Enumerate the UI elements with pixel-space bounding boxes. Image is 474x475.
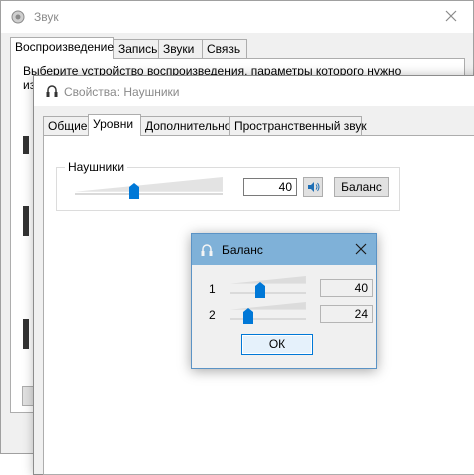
headphones-icon xyxy=(46,85,58,97)
slider-ramp xyxy=(230,276,306,284)
tab-levels[interactable]: Уровни xyxy=(88,114,141,136)
balance-dialog: Баланс 1 40 2 24 ОК xyxy=(191,233,377,369)
tab-sounds[interactable]: Звуки xyxy=(158,39,203,58)
volume-value-field[interactable]: 40 xyxy=(243,178,297,196)
groupbox-label: Наушники xyxy=(65,160,128,174)
close-icon[interactable] xyxy=(354,242,368,256)
balance-titlebar[interactable]: Баланс xyxy=(192,234,376,265)
speaker-icon xyxy=(308,182,320,192)
device-list-edge xyxy=(23,319,29,349)
speaker-app-icon xyxy=(11,10,25,24)
sound-window-titlebar[interactable]: Звук xyxy=(1,1,473,33)
headphones-icon xyxy=(201,244,213,256)
device-list-edge xyxy=(23,136,29,154)
slider-thumb[interactable] xyxy=(243,308,254,324)
channel-2-slider[interactable] xyxy=(230,302,306,324)
balance-button[interactable]: Баланс xyxy=(334,177,389,197)
slider-track xyxy=(75,193,223,195)
sound-window-title: Звук xyxy=(34,10,59,24)
tab-spatial-sound[interactable]: Пространственный звук xyxy=(229,116,367,135)
ok-button[interactable]: ОК xyxy=(241,334,313,355)
slider-track xyxy=(230,318,306,320)
slider-thumb[interactable] xyxy=(255,282,266,298)
slider-ramp xyxy=(230,302,306,310)
tab-general[interactable]: Общие xyxy=(43,116,89,135)
mute-toggle-button[interactable] xyxy=(303,177,323,197)
tab-enhancements[interactable]: Дополнительно xyxy=(140,116,231,135)
channel-1-slider[interactable] xyxy=(230,276,306,298)
device-list-edge xyxy=(23,206,29,236)
channel-2-label: 2 xyxy=(209,308,216,322)
properties-title: Свойства: Наушники xyxy=(64,85,180,99)
properties-titlebar[interactable]: Свойства: Наушники xyxy=(34,76,474,106)
close-icon[interactable] xyxy=(443,8,459,24)
slider-thumb[interactable] xyxy=(129,183,140,199)
channel-1-value[interactable]: 40 xyxy=(320,279,373,297)
tab-recording[interactable]: Запись xyxy=(113,39,159,58)
volume-slider[interactable] xyxy=(75,177,223,199)
channel-2-value[interactable]: 24 xyxy=(320,305,373,323)
channel-1-label: 1 xyxy=(209,282,216,296)
tab-playback[interactable]: Воспроизведение xyxy=(10,37,114,59)
balance-title: Баланс xyxy=(222,243,263,257)
slider-ramp xyxy=(75,177,223,192)
tab-communications[interactable]: Связь xyxy=(202,39,247,58)
slider-track xyxy=(230,292,306,294)
